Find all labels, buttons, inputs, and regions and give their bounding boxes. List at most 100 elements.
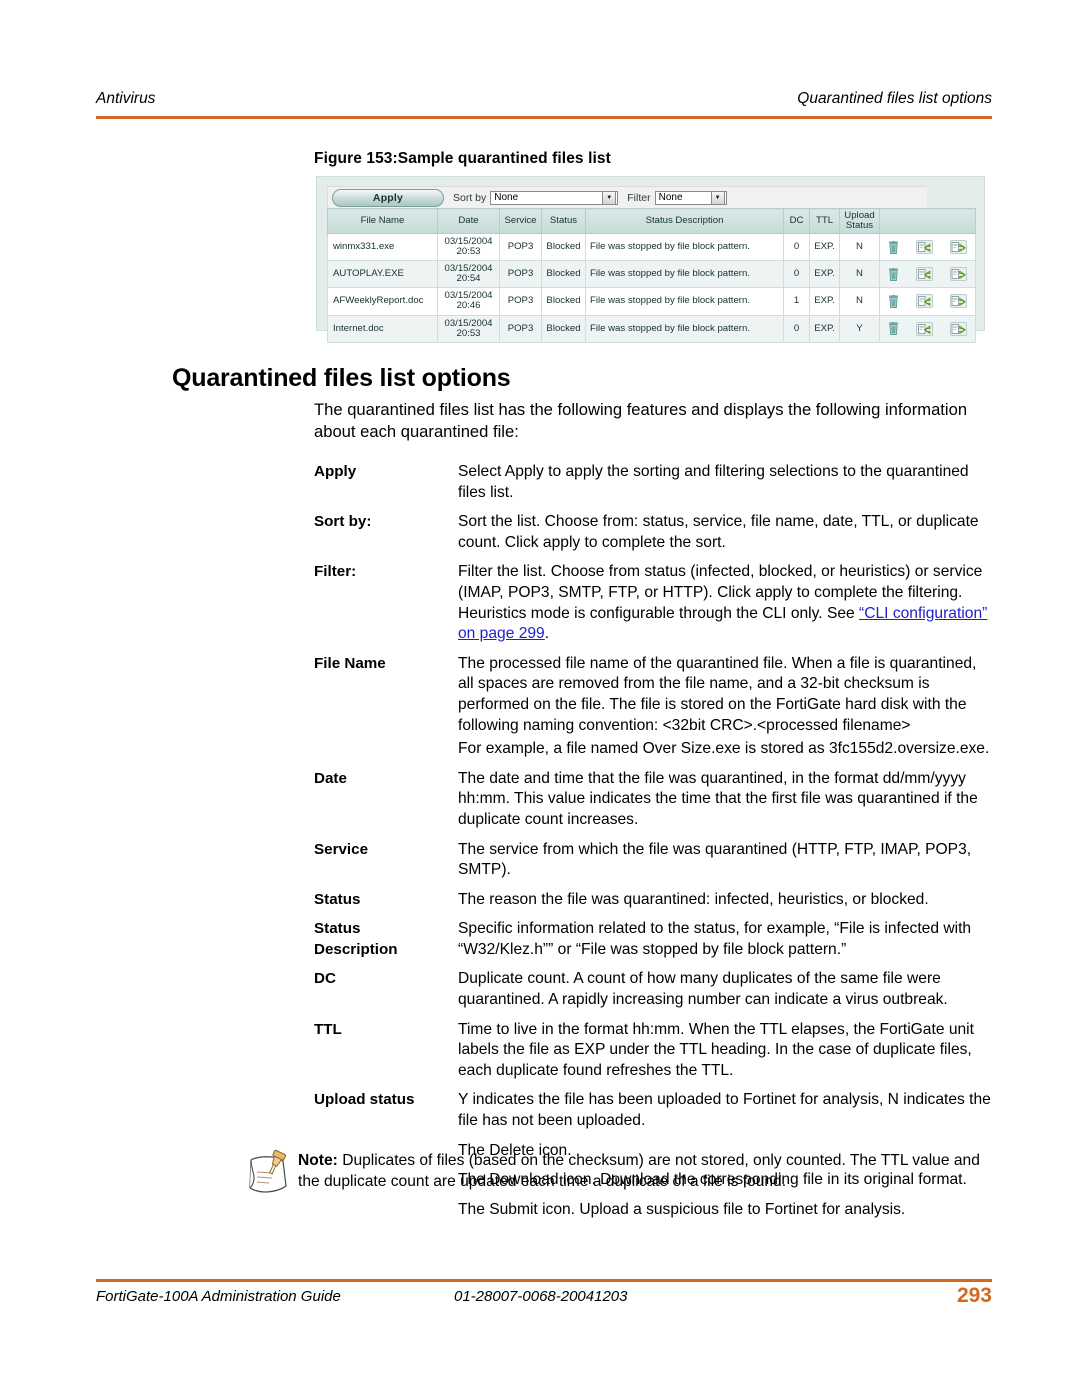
cell-status-description: File was stopped by file block pattern. [585,314,784,343]
col-upload-status[interactable]: Upload Status [839,207,880,235]
download-icon[interactable] [915,321,933,336]
definition-description: Select Apply to apply the sorting and fi… [458,462,992,503]
definition-text: Sort the list. Choose from: status, serv… [458,513,979,551]
cell-service: POP3 [499,260,542,289]
cell-date: 03/15/2004 20:53 [437,314,500,343]
figure-quarantined-files-screenshot: Apply Sort by None ▼ Filter None ▼ File … [316,176,985,343]
col-status[interactable]: Status [541,207,586,235]
delete-icon[interactable] [888,322,899,336]
download-icon[interactable] [915,294,933,309]
submit-icon[interactable] [949,294,967,309]
definition-item-dc: DC Duplicate count. A count of how many … [314,969,992,1010]
definition-text: The reason the file was quarantined: inf… [458,890,929,908]
definition-description: The reason the file was quarantined: inf… [458,890,992,911]
delete-icon[interactable] [888,240,899,254]
definition-item-status-description: Status Description Specific information … [314,919,992,960]
submit-icon[interactable] [949,321,967,336]
cell-actions [879,314,976,343]
col-status-description[interactable]: Status Description [585,207,784,235]
cell-status: Blocked [541,233,586,262]
definition-text: Duplicate count. A count of how many dup… [458,970,948,1009]
definition-term: Filter: [314,563,357,581]
cell-ttl: EXP. [809,314,840,343]
definition-item-ttl: TTL Time to live in the format hh:mm. Wh… [314,1020,992,1082]
cell-file-name: AFWeeklyReport.doc [327,287,438,316]
cell-dc: 1 [783,287,810,316]
cell-status-description: File was stopped by file block pattern. [585,233,784,262]
sort-by-value: None [494,192,519,203]
definition-item-sort-by: Sort by: Sort the list. Choose from: sta… [314,512,992,553]
definition-description: Time to live in the format hh:mm. When t… [458,1020,992,1082]
definition-description: Y indicates the file has been uploaded t… [458,1090,992,1131]
definition-term: Status [314,890,361,908]
footer-document-id: 01-28007-0068-20041203 [454,1288,628,1305]
cell-date: 03/15/2004 20:46 [437,287,500,316]
definition-item-apply: Apply Select Apply to apply the sorting … [314,462,992,503]
cell-service: POP3 [499,314,542,343]
definition-text: Select Apply to apply the sorting and fi… [458,463,969,501]
delete-icon[interactable] [888,294,899,308]
table-body: winmx331.exe 03/15/2004 20:53 POP3 Block… [327,233,976,343]
definition-term: Status Description [314,919,458,960]
delete-icon[interactable] [888,267,899,281]
submit-icon[interactable] [949,267,967,282]
filter-label: Filter [627,191,651,204]
filter-select[interactable]: None ▼ [654,190,727,205]
cell-actions [879,260,976,289]
footer-guide-title: FortiGate-100A Administration Guide [96,1288,341,1305]
definition-text: The service from which the file was quar… [458,840,972,879]
definition-item-service: Service The service from which the file … [314,840,992,881]
col-service[interactable]: Service [499,207,542,235]
definition-item-submit-icon: The Submit icon. Upload a suspicious fil… [314,1200,992,1221]
definition-text-after-link: . [544,625,550,643]
upload-status-line2: Status [845,220,874,232]
definition-description: Specific information related to the stat… [458,919,992,960]
download-icon[interactable] [915,267,933,282]
note-body: Duplicates of files (based on the checks… [298,1152,980,1190]
table-row[interactable]: Internet.doc 03/15/2004 20:53 POP3 Block… [327,314,976,343]
cell-service: POP3 [499,233,542,262]
col-ttl[interactable]: TTL [809,207,840,235]
cell-upload-status: Y [839,314,880,343]
cell-date: 03/15/2004 20:53 [437,233,500,262]
page-title: Quarantined files list options [172,364,511,392]
col-file-name[interactable]: File Name [327,207,438,235]
col-date[interactable]: Date [437,207,500,235]
sort-by-select[interactable]: None ▼ [490,190,619,205]
apply-button[interactable]: Apply [332,188,444,207]
definition-text: Time to live in the format hh:mm. When t… [458,1020,974,1079]
col-dc[interactable]: DC [783,207,810,235]
cell-upload-status: N [839,233,880,262]
header-section-title: Quarantined files list options [797,90,992,107]
table-row[interactable]: winmx331.exe 03/15/2004 20:53 POP3 Block… [327,233,976,262]
download-icon[interactable] [915,240,933,255]
cell-date: 03/15/2004 20:54 [437,260,500,289]
note-callout: Note: Duplicates of files (based on the … [242,1148,992,1200]
definition-description: Filter the list. Choose from status (inf… [458,562,992,644]
cell-actions [879,233,976,262]
definition-term-line2: Description [314,940,398,958]
footer-divider [96,1279,992,1282]
cell-dc: 0 [783,260,810,289]
definition-term: Service [314,840,369,858]
definition-description: The date and time that the file was quar… [458,769,992,831]
page-footer: FortiGate-100A Administration Guide 01-2… [96,1284,992,1314]
cell-date-time: 20:53 [456,246,481,258]
definition-term: Date [314,769,347,787]
figure-caption: Figure 153:Sample quarantined files list [314,150,611,167]
note-paper-pushpin-icon [242,1148,298,1200]
page-number: 293 [956,1284,992,1307]
table-row[interactable]: AUTOPLAY.EXE 03/15/2004 20:54 POP3 Block… [327,260,976,289]
chevron-down-icon: ▼ [710,190,725,205]
cell-dc: 0 [783,314,810,343]
cell-status-description: File was stopped by file block pattern. [585,287,784,316]
definition-text: The Submit icon. Upload a suspicious fil… [458,1200,906,1218]
page-header: Antivirus Quarantined files list options [96,90,992,124]
col-actions [879,207,976,235]
cell-status-description: File was stopped by file block pattern. [585,260,784,289]
submit-icon[interactable] [949,240,967,255]
chevron-down-icon: ▼ [602,190,617,205]
cell-ttl: EXP. [809,233,840,262]
filter-value: None [658,192,683,203]
table-row[interactable]: AFWeeklyReport.doc 03/15/2004 20:46 POP3… [327,287,976,316]
